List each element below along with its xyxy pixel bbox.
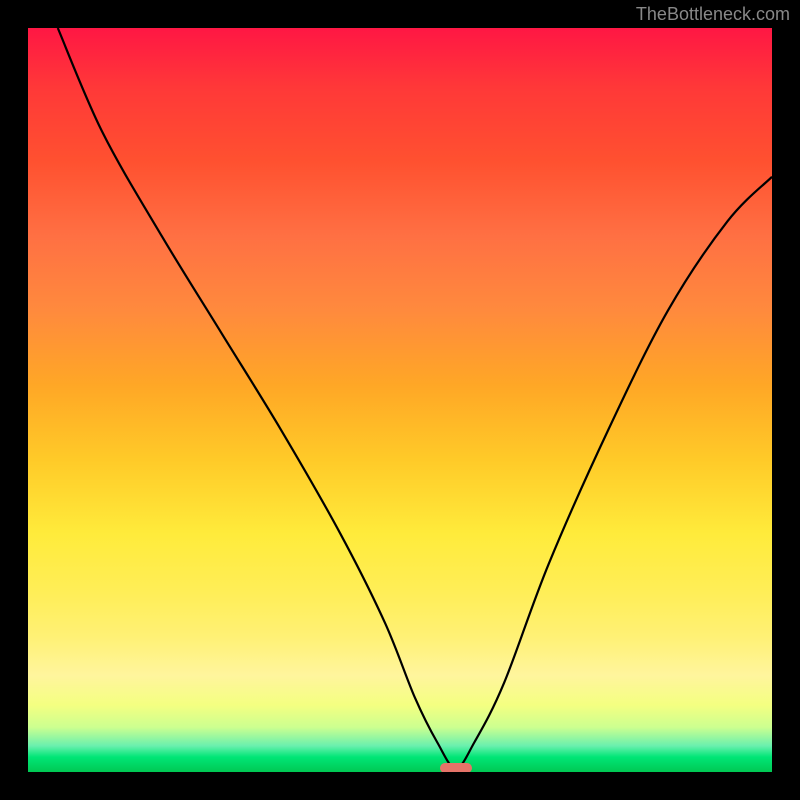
minimum-marker: [440, 763, 472, 772]
plot-area: [28, 28, 772, 772]
watermark-text: TheBottleneck.com: [636, 4, 790, 25]
bottleneck-curve-path: [58, 28, 772, 768]
chart-container: TheBottleneck.com: [0, 0, 800, 800]
curve-svg: [28, 28, 772, 772]
